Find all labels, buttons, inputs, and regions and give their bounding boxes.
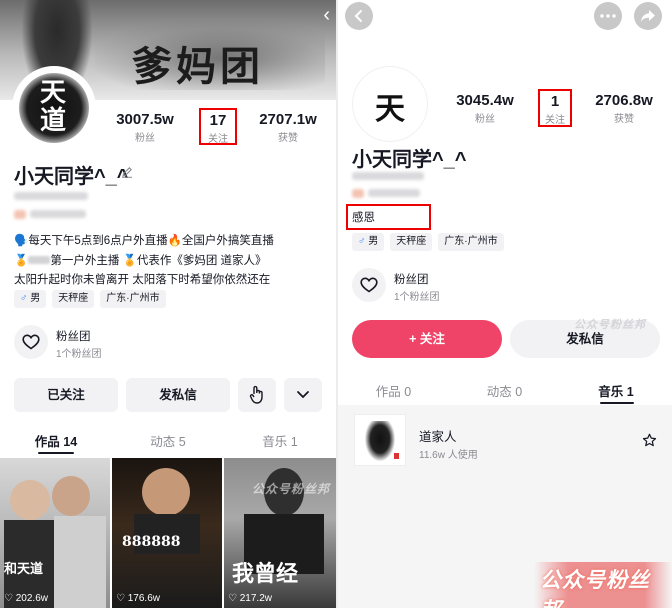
video-thumbnail[interactable]: 888888 ♡ 176.6w	[112, 458, 222, 608]
tag-gender: ♂ 男	[352, 233, 385, 251]
fan-club-count: 1个粉丝团	[394, 292, 440, 303]
tab-underline	[38, 452, 74, 454]
share-button[interactable]	[634, 2, 662, 30]
like-count: ♡ 217.2w	[228, 593, 272, 604]
video-caption: 888888	[122, 534, 181, 550]
heart-icon	[360, 277, 378, 293]
tag-zodiac: 天秤座	[390, 233, 433, 251]
hand-pointer-icon	[249, 385, 263, 404]
avatar-text: 天道	[39, 78, 66, 136]
content-tabs: 作品 14 动态 5 音乐 1	[0, 431, 336, 454]
bio: 感恩	[346, 204, 431, 230]
redacted-id	[14, 192, 88, 200]
watermark: 公众号粉丝邦	[534, 562, 672, 608]
watermark: 公众号粉丝邦	[252, 482, 331, 496]
video-caption: 和天道	[4, 562, 44, 577]
stat-followers[interactable]: 3007.5w 粉丝	[114, 111, 176, 144]
fan-club-title: 粉丝团	[56, 331, 91, 343]
chevron-down-icon	[297, 391, 309, 399]
profile-screen-before: 爹妈团 ‹ 天道 3007.5w 粉丝 17 关注 2707.1w 获赞 小天同…	[0, 0, 336, 608]
chevron-left-icon	[354, 10, 362, 22]
fan-club-title: 粉丝团	[394, 274, 429, 286]
avatar-text: 天	[375, 92, 405, 127]
tab-music[interactable]: 音乐 1	[560, 381, 672, 404]
message-button[interactable]: 发私信	[126, 378, 230, 412]
seal-mark	[394, 453, 399, 459]
tag-zodiac: 天秤座	[52, 290, 95, 308]
tab-underline	[600, 402, 634, 404]
fan-club-count: 1个粉丝团	[56, 349, 102, 360]
stat-likes[interactable]: 2707.1w 获赞	[258, 111, 318, 144]
poke-button[interactable]	[238, 378, 276, 412]
tab-posts[interactable]: 动态 0	[449, 381, 560, 400]
tag-row: ♂ 男 天秤座 广东·广州市	[14, 290, 166, 308]
fan-club-icon-bg	[14, 325, 48, 359]
avatar[interactable]: 天	[352, 66, 428, 142]
fan-club[interactable]: 粉丝团 1个粉丝团	[14, 325, 214, 360]
heart-icon	[22, 334, 40, 350]
fan-club-icon-bg	[352, 268, 386, 302]
back-icon[interactable]: ‹	[323, 4, 330, 27]
content-tabs: 作品 0 动态 0 音乐 1	[338, 381, 672, 404]
tag-gender: ♂ 男	[14, 290, 47, 308]
followed-button[interactable]: 已关注	[14, 378, 118, 412]
redacted-badge	[352, 189, 364, 198]
tab-music[interactable]: 音乐 1	[224, 431, 336, 450]
follow-button[interactable]: + 关注	[352, 320, 502, 358]
male-icon: ♂	[20, 293, 28, 304]
tab-works[interactable]: 作品 14	[0, 431, 112, 454]
video-caption: 我曾经	[232, 561, 299, 587]
song-title[interactable]: 道家人	[419, 426, 457, 445]
like-count: ♡ 176.6w	[116, 593, 160, 604]
tag-row: ♂ 男 天秤座 广东·广州市	[352, 233, 504, 251]
star-icon[interactable]	[642, 433, 657, 448]
redacted-id	[352, 172, 424, 180]
song-usage: 11.6w 人使用	[419, 450, 478, 461]
more-button[interactable]	[594, 2, 622, 30]
tab-posts[interactable]: 动态 5	[112, 431, 224, 450]
like-count: ♡ 202.6w	[4, 593, 48, 604]
tab-works[interactable]: 作品 0	[338, 381, 449, 400]
edit-icon[interactable]	[121, 166, 133, 178]
more-dots-icon	[600, 14, 616, 18]
redacted-badge	[14, 210, 26, 219]
banner-title: 爹妈团	[132, 43, 264, 90]
male-icon: ♂	[358, 236, 366, 247]
stat-followers[interactable]: 3045.4w 粉丝	[452, 92, 518, 125]
avatar[interactable]: 天道	[12, 66, 96, 150]
nickname: 小天同学^_^	[352, 149, 467, 171]
more-dropdown-button[interactable]	[284, 378, 322, 412]
stat-likes[interactable]: 2706.8w 获赞	[590, 92, 658, 125]
bio-line-2: 🏅 第一户外主播 🏅代表作《爹妈团 道家人》	[14, 254, 267, 267]
bio-line-3: 太阳升起时你未曾离开 太阳落下时希望你依然还在	[14, 274, 271, 286]
watermark: 公众号粉丝邦	[574, 319, 646, 331]
back-button[interactable]	[345, 2, 373, 30]
tag-location: 广东·广州市	[100, 290, 166, 308]
video-thumbnail[interactable]: 和天道 ♡ 202.6w	[0, 458, 110, 608]
stat-following[interactable]: 1 关注	[538, 89, 572, 127]
share-icon	[641, 10, 655, 22]
stat-following[interactable]: 17 关注	[199, 108, 237, 145]
nickname: 小天同学^_^	[14, 166, 129, 188]
bio: 🗣️每天下午5点到6点户外直播🔥全国户外搞笑直播 🏅 第一户外主播 🏅代表作《爹妈…	[14, 232, 332, 291]
tag-location: 广东·广州市	[438, 233, 504, 251]
redacted-text	[368, 189, 420, 197]
redacted-text	[30, 210, 86, 218]
fan-club[interactable]: 粉丝团 1个粉丝团	[352, 268, 552, 303]
song-cover[interactable]	[354, 414, 406, 466]
bio-line-1: 🗣️每天下午5点到6点户外直播🔥全国户外搞笑直播	[14, 235, 274, 247]
